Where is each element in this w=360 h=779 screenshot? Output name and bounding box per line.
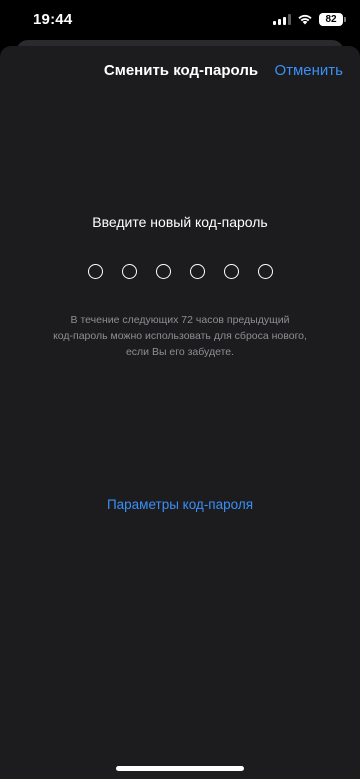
hint-line: код-пароль можно использовать для сброса… [53,330,307,342]
battery-level: 82 [325,13,337,25]
cancel-button[interactable]: Отменить [274,62,343,79]
home-indicator[interactable] [116,766,244,771]
passcode-options-link[interactable]: Параметры код-пароля [0,497,360,512]
status-bar: 19:44 82 [0,0,360,40]
passcode-dot [257,264,273,279]
status-time: 19:44 [33,11,73,28]
battery-icon: 82 [319,12,346,26]
cellular-signal-icon [273,13,291,25]
screen: 19:44 82 Сменить код-пароль Отменить Вве… [0,0,360,779]
passcode-dots[interactable] [0,264,360,279]
hint-line: В течение следующих 72 часов предыдущий [70,314,290,326]
change-passcode-sheet: Сменить код-пароль Отменить Введите новы… [0,46,360,779]
nav-bar: Сменить код-пароль Отменить [0,46,360,98]
status-icons: 82 [273,12,346,26]
passcode-hint: В течение следующих 72 часов предыдущий … [40,312,320,360]
passcode-prompt: Введите новый код-пароль [92,214,268,230]
passcode-dot [155,264,171,279]
hint-line: если Вы его забудете. [125,346,235,358]
passcode-dot [223,264,239,279]
passcode-dot [121,264,137,279]
passcode-dot [189,264,205,279]
wifi-icon [297,13,313,25]
battery-tip [344,16,346,22]
passcode-dot [87,264,103,279]
